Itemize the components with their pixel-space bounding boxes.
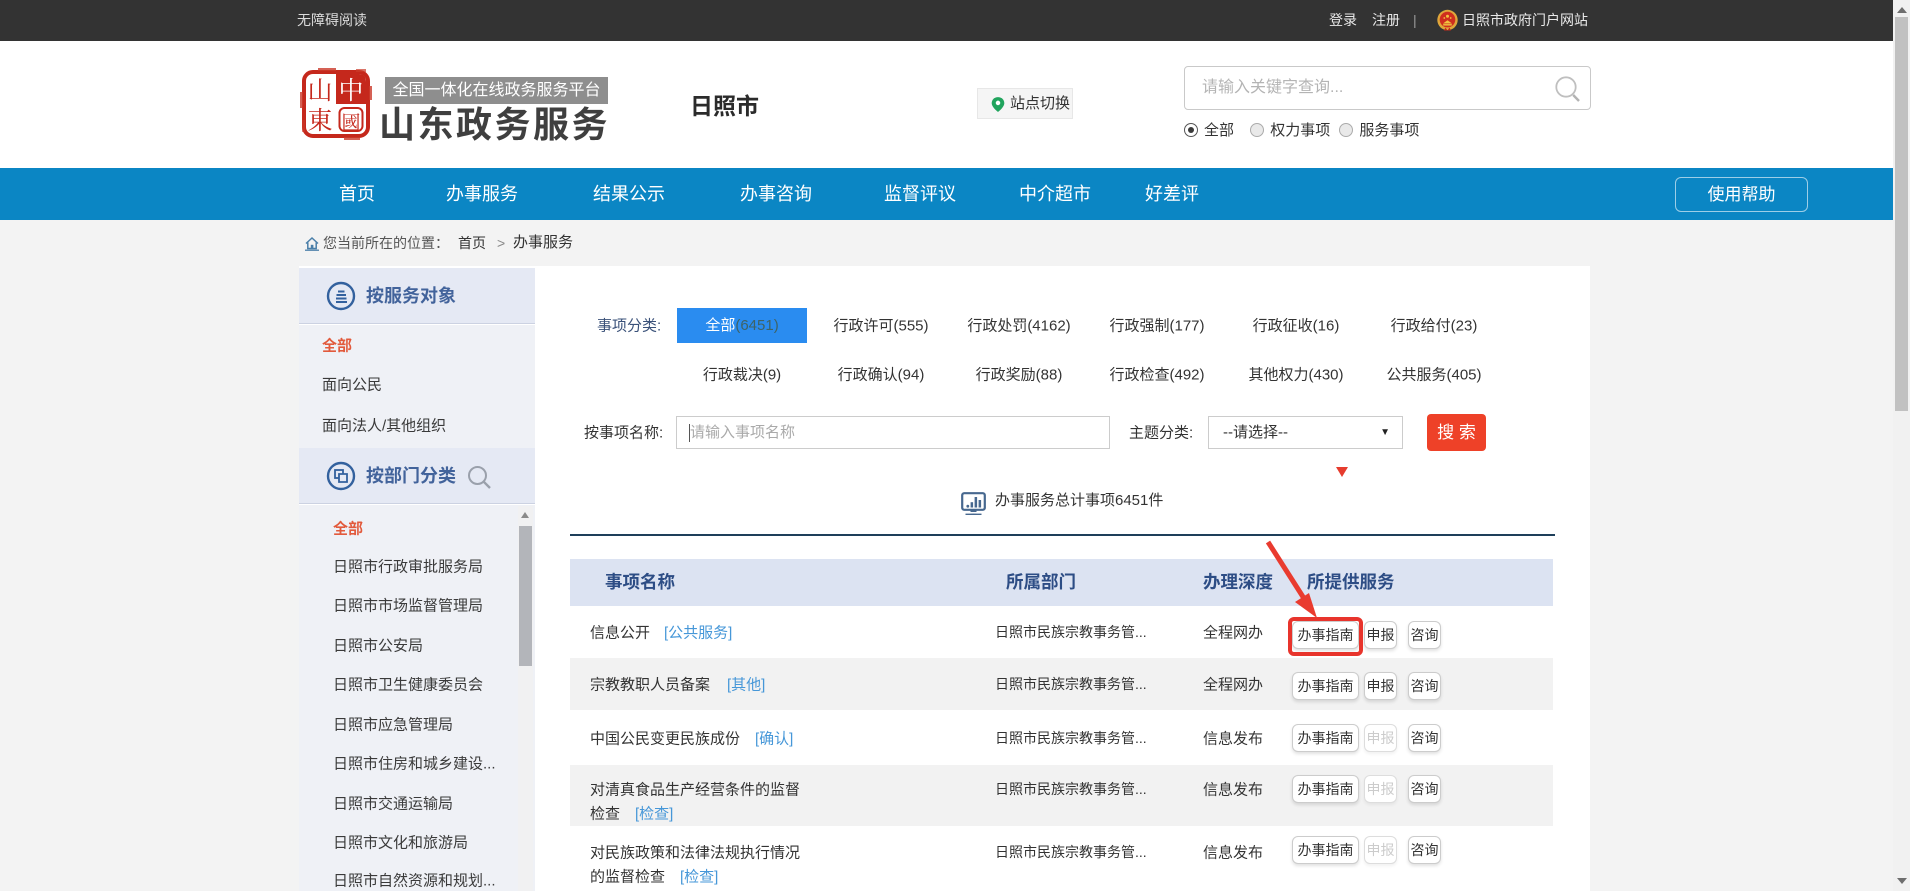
svg-text:山: 山 — [307, 78, 332, 105]
svg-text:國: 國 — [341, 112, 360, 134]
svg-text:東: 東 — [307, 107, 332, 135]
svg-text:中: 中 — [338, 77, 363, 105]
